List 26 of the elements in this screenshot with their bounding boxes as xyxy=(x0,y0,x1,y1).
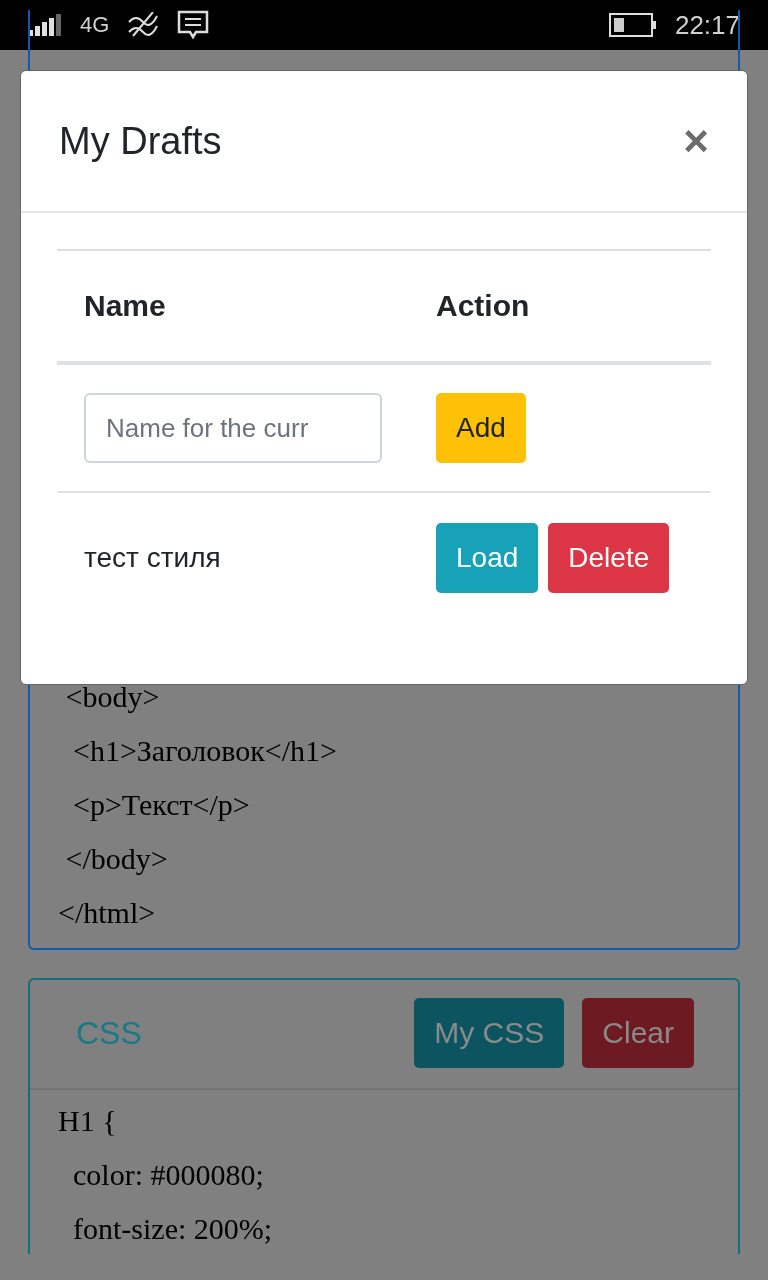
code-line: font-size: 200%; xyxy=(72,1211,274,1247)
code-line: <h1>Заголовок</h1> xyxy=(72,733,339,769)
code-line: <body> xyxy=(64,679,161,715)
dialog-title: My Drafts xyxy=(59,119,222,163)
message-icon xyxy=(177,10,210,40)
column-header: Name xyxy=(84,289,167,323)
network-label: 4G xyxy=(80,12,110,38)
draft-name: тест стиля xyxy=(84,542,222,574)
panel-button[interactable]: My CSS xyxy=(414,998,565,1068)
column-header: Action xyxy=(436,289,531,323)
close-button[interactable]: × xyxy=(683,119,709,163)
draft-action-button[interactable]: Delete xyxy=(548,523,670,593)
name-input[interactable]: Name for the curr xyxy=(84,393,382,463)
wifi-calling-icon xyxy=(127,12,160,38)
panel-title: CSS xyxy=(76,1014,143,1052)
signal-icon xyxy=(28,14,62,36)
code-line: </body> xyxy=(64,841,169,877)
code-line: color: #000080; xyxy=(72,1157,265,1193)
code-line: H1 { xyxy=(58,1103,118,1139)
draft-action-button[interactable]: Load xyxy=(436,523,539,593)
battery-icon xyxy=(608,13,657,37)
code-line: </html> xyxy=(58,895,157,931)
panel-button[interactable]: Clear xyxy=(582,998,694,1068)
code-line: <p>Текст</p> xyxy=(72,787,251,823)
add-button[interactable]: Add xyxy=(436,393,526,463)
clock: 22:17 xyxy=(674,9,740,41)
